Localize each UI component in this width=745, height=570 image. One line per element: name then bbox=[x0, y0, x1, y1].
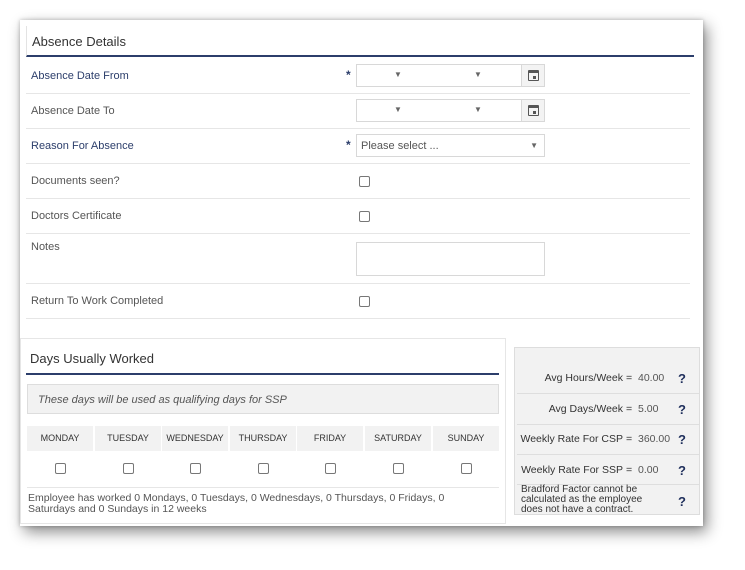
day-column-tuesday: TUESDAY bbox=[95, 426, 161, 487]
doctors-certificate-label: Doctors Certificate bbox=[31, 210, 122, 222]
sunday-checkbox[interactable] bbox=[461, 463, 472, 474]
required-marker: * bbox=[346, 68, 351, 82]
equals-sign: = bbox=[626, 403, 633, 415]
chevron-down-icon: ▼ bbox=[530, 141, 538, 150]
absence-date-to-picker[interactable]: ▼ ▼ bbox=[356, 99, 545, 122]
day-column-sunday: SUNDAY bbox=[433, 426, 499, 487]
row-notes: Notes bbox=[26, 234, 690, 284]
documents-seen-checkbox[interactable] bbox=[359, 176, 370, 187]
day-header: MONDAY bbox=[27, 426, 93, 451]
stat-weekly-rate-csp: Weekly Rate For CSP = 360.00 ? bbox=[515, 424, 701, 454]
chevron-down-icon[interactable]: ▼ bbox=[394, 70, 402, 79]
monday-checkbox[interactable] bbox=[55, 463, 66, 474]
stat-weekly-rate-ssp: Weekly Rate For SSP = 0.00 ? bbox=[515, 455, 701, 485]
help-icon[interactable]: ? bbox=[678, 371, 686, 386]
saturday-checkbox[interactable] bbox=[393, 463, 404, 474]
return-to-work-checkbox[interactable] bbox=[359, 296, 370, 307]
equals-sign: = bbox=[626, 433, 633, 445]
absence-stats-panel: Avg Hours/Week = 40.00 ? Avg Days/Week =… bbox=[514, 347, 700, 515]
required-marker: * bbox=[346, 138, 351, 152]
absence-date-from-label: Absence Date From bbox=[31, 70, 129, 82]
calendar-button[interactable] bbox=[521, 65, 544, 86]
day-header: THURSDAY bbox=[230, 426, 296, 451]
day-header: WEDNESDAY bbox=[162, 426, 228, 451]
day-column-friday: FRIDAY bbox=[297, 426, 363, 487]
row-documents-seen: Documents seen? bbox=[26, 164, 690, 199]
avg-hours-value: 40.00 bbox=[638, 372, 665, 384]
tuesday-checkbox[interactable] bbox=[123, 463, 134, 474]
friday-checkbox[interactable] bbox=[325, 463, 336, 474]
csp-label: Weekly Rate For CSP bbox=[520, 433, 623, 445]
reason-for-absence-label: Reason For Absence bbox=[31, 140, 134, 152]
day-header: SUNDAY bbox=[433, 426, 499, 451]
help-icon[interactable]: ? bbox=[678, 463, 686, 478]
row-absence-date-from: Absence Date From * ▼ ▼ bbox=[26, 59, 690, 94]
row-reason-for-absence: Reason For Absence * Please select ... ▼ bbox=[26, 129, 690, 164]
days-usually-worked-title: Days Usually Worked bbox=[30, 351, 155, 366]
chevron-down-icon[interactable]: ▼ bbox=[474, 105, 482, 114]
ssp-label: Weekly Rate For SSP bbox=[521, 464, 623, 476]
help-icon[interactable]: ? bbox=[678, 432, 686, 447]
stat-avg-hours: Avg Hours/Week = 40.00 ? bbox=[515, 363, 701, 393]
days-usually-worked-header: Days Usually Worked bbox=[26, 339, 499, 375]
row-doctors-certificate: Doctors Certificate bbox=[26, 199, 690, 234]
avg-days-value: 5.00 bbox=[638, 403, 659, 415]
return-to-work-label: Return To Work Completed bbox=[31, 295, 164, 307]
documents-seen-label: Documents seen? bbox=[31, 175, 120, 187]
stat-avg-days: Avg Days/Week = 5.00 ? bbox=[515, 394, 701, 424]
avg-hours-label: Avg Hours/Week bbox=[544, 372, 623, 384]
wednesday-checkbox[interactable] bbox=[190, 463, 201, 474]
days-usually-worked-section: Days Usually Worked These days will be u… bbox=[20, 338, 506, 524]
day-column-monday: MONDAY bbox=[27, 426, 93, 487]
avg-days-label: Avg Days/Week bbox=[548, 403, 623, 415]
chevron-down-icon[interactable]: ▼ bbox=[474, 70, 482, 79]
absence-form-window: Absence Details Absence Date From * ▼ ▼ … bbox=[20, 20, 703, 526]
help-icon[interactable]: ? bbox=[678, 402, 686, 417]
ssp-qualifying-note: These days will be used as qualifying da… bbox=[27, 384, 499, 414]
equals-sign: = bbox=[626, 372, 633, 384]
day-header: SATURDAY bbox=[365, 426, 431, 451]
help-icon[interactable]: ? bbox=[678, 494, 686, 509]
thursday-checkbox[interactable] bbox=[258, 463, 269, 474]
weekday-grid: MONDAY TUESDAY WEDNESDAY THURSDAY FRIDAY… bbox=[27, 426, 499, 487]
day-column-saturday: SATURDAY bbox=[365, 426, 431, 487]
absence-date-from-picker[interactable]: ▼ ▼ bbox=[356, 64, 545, 87]
divider bbox=[27, 487, 499, 488]
day-column-thursday: THURSDAY bbox=[230, 426, 296, 487]
absence-details-header: Absence Details bbox=[26, 26, 694, 57]
bradford-factor-message: Bradford Factor cannot be calculated as … bbox=[521, 484, 643, 515]
chevron-down-icon[interactable]: ▼ bbox=[394, 105, 402, 114]
doctors-certificate-checkbox[interactable] bbox=[359, 211, 370, 222]
reason-for-absence-select[interactable]: Please select ... ▼ bbox=[356, 134, 545, 157]
absence-details-title: Absence Details bbox=[32, 34, 126, 49]
absence-date-to-label: Absence Date To bbox=[31, 105, 115, 117]
ssp-value: 0.00 bbox=[638, 464, 659, 476]
notes-label: Notes bbox=[31, 241, 60, 253]
row-absence-date-to: Absence Date To ▼ ▼ bbox=[26, 94, 690, 129]
equals-sign: = bbox=[626, 464, 633, 476]
days-worked-summary: Employee has worked 0 Mondays, 0 Tuesday… bbox=[28, 492, 445, 515]
day-header: TUESDAY bbox=[95, 426, 161, 451]
calendar-button[interactable] bbox=[521, 100, 544, 121]
notes-textarea[interactable] bbox=[356, 242, 545, 276]
calendar-icon bbox=[528, 105, 539, 116]
reason-select-value: Please select ... bbox=[361, 140, 439, 152]
ssp-note-text: These days will be used as qualifying da… bbox=[38, 394, 287, 406]
csp-value: 360.00 bbox=[638, 433, 671, 445]
day-header: FRIDAY bbox=[297, 426, 363, 451]
row-return-to-work: Return To Work Completed bbox=[26, 284, 690, 319]
day-column-wednesday: WEDNESDAY bbox=[162, 426, 228, 487]
absence-details-section: Absence Details Absence Date From * ▼ ▼ … bbox=[26, 26, 694, 329]
calendar-icon bbox=[528, 70, 539, 81]
